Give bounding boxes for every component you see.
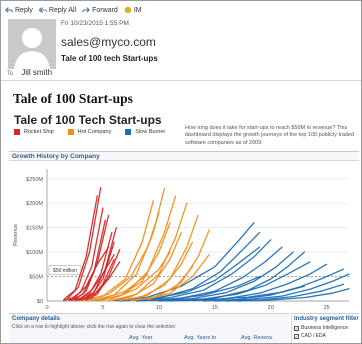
legend-item-hot-company[interactable]: Hot Company	[67, 129, 112, 135]
legend-item-slow-burner[interactable]: Slow Burner	[125, 129, 165, 135]
to-label: To	[7, 71, 14, 77]
legend-label: Rocket Ship	[24, 129, 54, 135]
reply-all-label: Reply All	[48, 6, 77, 14]
forward-label: Forward	[92, 6, 118, 14]
column-header-avg-year[interactable]: Avg. Year	[129, 335, 152, 341]
y-tick-label: $250M	[26, 177, 43, 183]
filter-option-label: CAD / EDA	[301, 333, 327, 339]
im-icon	[124, 6, 131, 14]
series-line[interactable]	[135, 239, 272, 302]
forward-icon	[82, 7, 91, 13]
legend-swatch	[67, 129, 74, 135]
x-tick-label: 25	[324, 305, 330, 311]
reference-line-label: $50 million	[53, 268, 77, 274]
im-button[interactable]: IM	[124, 6, 142, 14]
email-toolbar: Reply Reply All Forward IM	[5, 4, 142, 16]
section-title: Growth History by Company	[12, 153, 100, 160]
y-tick-label: $100M	[26, 250, 43, 256]
company-details-subtitle: Click on a row to highlight above; click…	[12, 324, 176, 330]
legend-item-rocket-ship[interactable]: Rocket Ship	[14, 129, 54, 135]
checkbox[interactable]: ✓	[294, 333, 299, 339]
im-label: IM	[133, 6, 142, 14]
filter-title: Industry segment filter	[294, 316, 359, 322]
filter-option-label: Business Intelligence	[301, 325, 348, 331]
reply-button[interactable]: Reply	[5, 6, 33, 14]
y-tick-label: $0	[37, 299, 43, 305]
x-tick-label: 10	[156, 305, 162, 311]
y-tick-label: $200M	[26, 201, 43, 207]
section-header: Growth History by Company	[9, 151, 359, 161]
email-subject: Tale of 100 tech Start-ups	[61, 54, 158, 63]
company-details-title: Company details	[12, 316, 61, 322]
x-tick-label: 0	[45, 305, 48, 311]
y-tick-label: $150M	[26, 226, 43, 232]
industry-segment-filter: Industry segment filter ✓ Business Intel…	[291, 313, 359, 343]
x-tick-label: 15	[212, 305, 218, 311]
reply-all-button[interactable]: Reply All	[38, 6, 77, 14]
reply-label: Reply	[15, 6, 33, 14]
recipient-row: To Jill smith	[7, 68, 52, 77]
x-tick-label: 5	[101, 305, 104, 311]
x-tick-label: 20	[268, 305, 274, 311]
legend-swatch	[14, 129, 20, 135]
chart-legend: Rocket Ship Hot Company Slow Burner	[14, 129, 165, 135]
checkbox[interactable]: ✓	[294, 325, 299, 331]
legend-swatch	[125, 129, 132, 135]
legend-label: Hot Company	[77, 129, 112, 135]
y-axis-label: Revenue	[13, 224, 19, 246]
dashboard-title: Tale of 100 Tech Start-ups	[14, 113, 162, 127]
column-header-avg-revenue[interactable]: Avg. Revenu	[241, 335, 272, 341]
filter-option[interactable]: ✓ Business Intelligence	[294, 325, 348, 331]
recipient-name[interactable]: Jill smith	[21, 68, 52, 77]
dashboard-description: How long does it take for start-ups to r…	[185, 125, 355, 146]
email-header: Reply Reply All Forward IM Fri 10/23/201…	[1, 1, 361, 81]
series-line[interactable]	[79, 200, 154, 302]
y-tick-label: $50M	[29, 275, 43, 281]
filter-option[interactable]: ✓ CAD / EDA	[294, 333, 326, 339]
embedded-dashboard: Tale of 100 Tech Start-ups Rocket Ship H…	[9, 107, 359, 343]
reply-icon	[5, 7, 13, 13]
forward-button[interactable]: Forward	[82, 6, 118, 14]
legend-label: Slow Burner	[135, 129, 166, 135]
column-header-avg-years-to[interactable]: Avg. Years to	[184, 335, 216, 341]
avatar	[8, 19, 56, 69]
email-date: Fri 10/23/2015 1:55 PM	[61, 20, 129, 27]
reply-all-icon	[38, 7, 47, 13]
company-details-panel: Company details Click on a row to highli…	[9, 313, 289, 343]
person-silhouette-icon	[8, 19, 56, 69]
series-line[interactable]	[63, 195, 98, 301]
email-body-title: Tale of 100 Start-ups	[13, 91, 133, 106]
growth-line-chart[interactable]: $0 $50M $100M $150M $200M $250M 0 5 10 15 20 25 Reve…	[9, 163, 359, 313]
sender-address[interactable]: sales@myco.com	[61, 35, 156, 49]
email-window: Reply Reply All Forward IM Fri 10/23/201…	[0, 0, 362, 344]
